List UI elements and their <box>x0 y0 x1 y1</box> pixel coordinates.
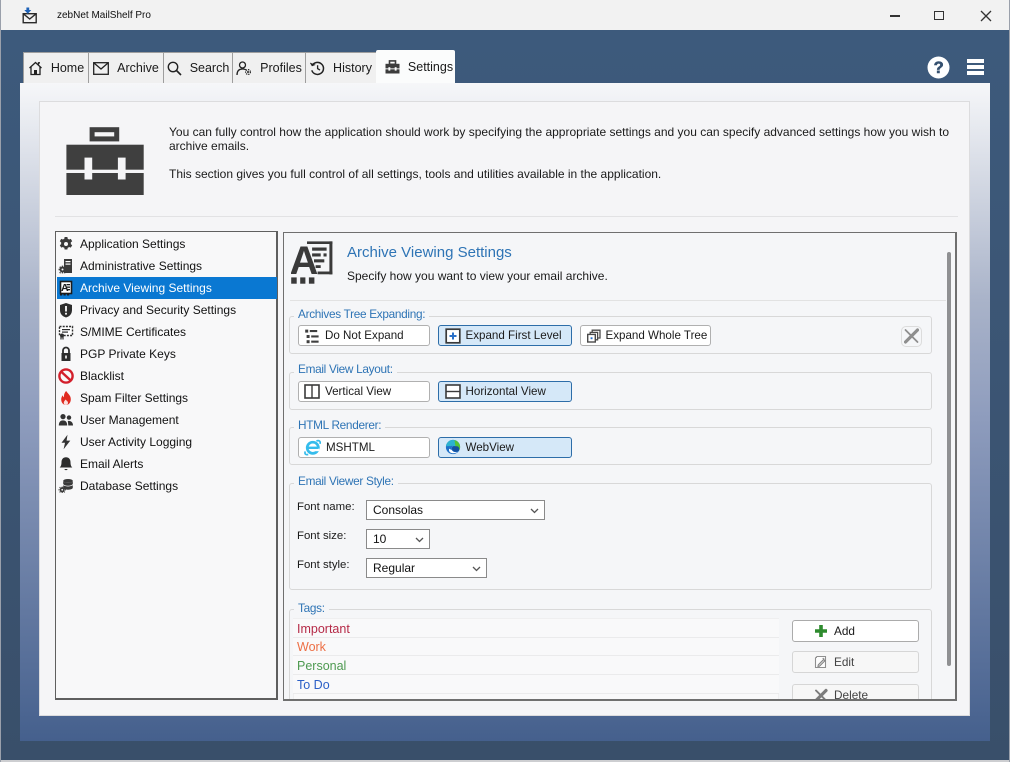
svg-text:?: ? <box>934 59 944 77</box>
svg-text:A: A <box>61 282 69 294</box>
svg-text:A: A <box>291 241 318 283</box>
